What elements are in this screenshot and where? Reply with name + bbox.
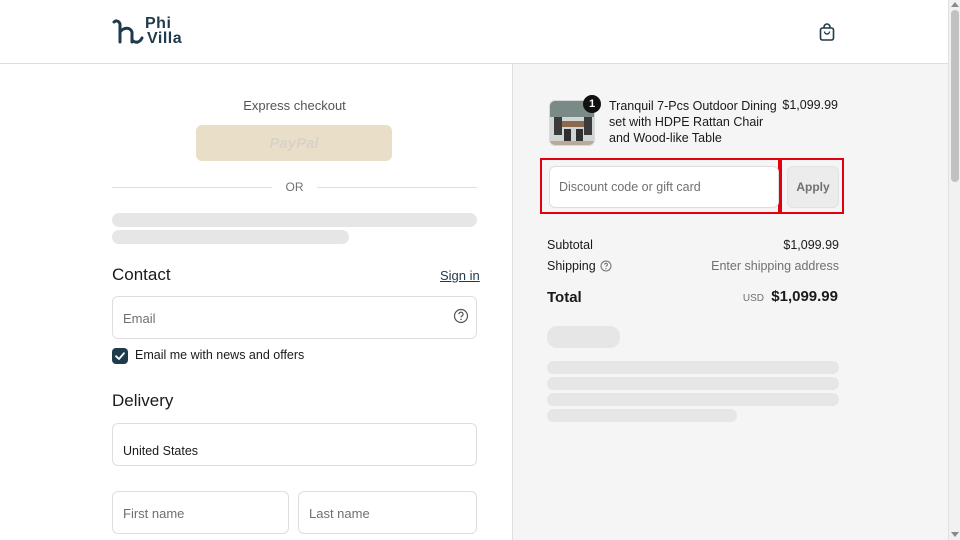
loading-placeholder [112, 230, 349, 244]
shipping-label: Shipping [547, 259, 596, 273]
divider-line [317, 187, 477, 188]
info-circle-icon[interactable] [600, 260, 612, 272]
loading-placeholder [547, 377, 839, 390]
loading-placeholder [112, 213, 477, 227]
help-circle-icon[interactable] [453, 308, 469, 324]
logo-mark-icon [112, 19, 144, 44]
express-checkout-label: Express checkout [243, 98, 346, 113]
brand-logo[interactable]: Phi Villa [112, 16, 192, 48]
quantity-badge: 1 [583, 95, 601, 113]
loading-placeholder [547, 409, 737, 422]
last-name-placeholder: Last name [309, 506, 370, 521]
checkout-form-column: Express checkout PayPal OR Contact Sign … [0, 64, 512, 540]
scroll-up-arrow-icon[interactable] [951, 2, 959, 7]
total-currency: USD [742, 293, 764, 304]
apply-highlight: Apply [780, 158, 844, 214]
product-price: $1,099.99 [782, 98, 838, 112]
email-placeholder: Email [123, 311, 156, 326]
scroll-down-arrow-icon[interactable] [951, 532, 959, 537]
newsletter-label[interactable]: Email me with news and offers [135, 348, 304, 362]
total-label: Total [547, 289, 582, 306]
loading-placeholder [547, 393, 839, 406]
last-name-field[interactable]: Last name [298, 491, 477, 534]
shipping-value: Enter shipping address [711, 259, 839, 273]
header: Phi Villa [0, 0, 948, 64]
page-scrollbar[interactable] [948, 0, 960, 540]
brand-name-line1: Phi [145, 15, 172, 32]
subtotal-value: $1,099.99 [783, 238, 839, 252]
subtotal-label: Subtotal [547, 238, 593, 252]
shopping-bag-icon[interactable] [817, 22, 837, 42]
first-name-placeholder: First name [123, 506, 185, 521]
paypal-button[interactable]: PayPal [196, 125, 392, 161]
country-select[interactable]: United States [112, 423, 477, 466]
newsletter-checkbox[interactable] [112, 348, 128, 364]
product-title: Tranquil 7-Pcs Outdoor Dining set with H… [609, 99, 777, 145]
contact-heading: Contact [112, 265, 171, 284]
checkmark-icon [115, 352, 125, 360]
apply-discount-button[interactable]: Apply [787, 166, 839, 208]
total-value: $1,099.99 [771, 288, 838, 305]
shipping-row: Shipping Enter shipping address [547, 259, 839, 273]
order-summary-column: 1 Tranquil 7-Pcs Outdoor Dining set with… [512, 64, 948, 540]
delivery-heading: Delivery [112, 391, 174, 410]
sign-in-link[interactable]: Sign in [440, 268, 480, 283]
loading-placeholder [547, 326, 620, 348]
email-field[interactable]: Email [112, 296, 477, 339]
or-divider: OR [112, 179, 477, 195]
country-value: United States [123, 444, 199, 458]
brand-name-line2: Villa [147, 30, 183, 47]
first-name-field[interactable]: First name [112, 491, 289, 534]
discount-highlight: Discount code or gift card [540, 158, 780, 214]
loading-placeholder [547, 361, 839, 374]
discount-code-input[interactable]: Discount code or gift card [549, 166, 779, 208]
scrollbar-thumb[interactable] [951, 10, 959, 182]
subtotal-row: Subtotal $1,099.99 [547, 238, 839, 252]
